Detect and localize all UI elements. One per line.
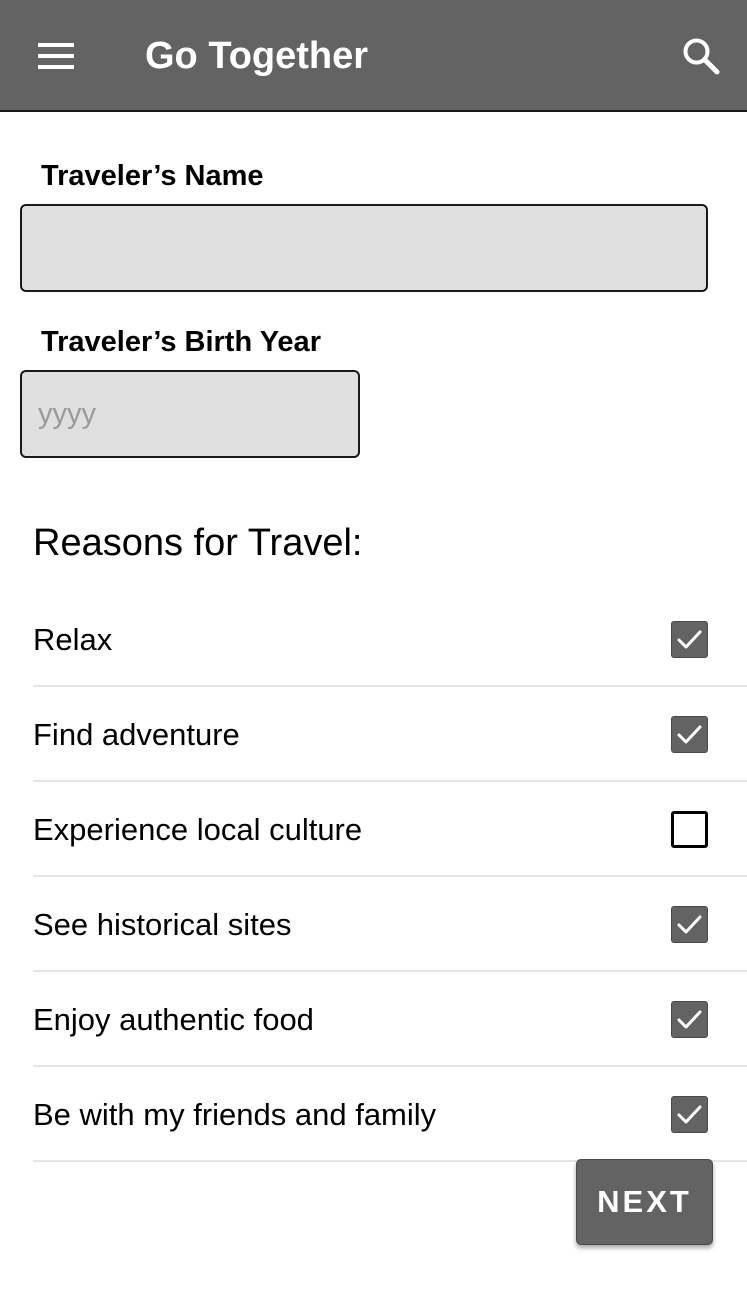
reasons-title: Reasons for Travel: [33,522,363,564]
reason-row[interactable]: Experience local culture [33,782,747,877]
next-button[interactable]: NEXT [576,1159,713,1245]
checkmark-icon [677,725,702,744]
hamburger-menu-icon [38,43,74,69]
checkmark-icon [677,1105,702,1124]
app-title: Go Together [145,35,369,77]
reason-row[interactable]: Enjoy authentic food [33,972,747,1067]
reason-label: Experience local culture [33,812,363,847]
checkmark-icon [677,1010,702,1029]
reason-label: See historical sites [33,907,292,942]
checkbox-checked[interactable] [671,906,708,943]
reason-label: Relax [33,622,113,657]
reason-label: Enjoy authentic food [33,1002,314,1037]
reason-row[interactable]: Relax [33,592,747,687]
reason-label: Be with my friends and family [33,1097,437,1132]
checkbox-checked[interactable] [671,1096,708,1133]
checkbox-unchecked[interactable] [671,811,708,848]
birth-year-input[interactable] [20,370,360,458]
checkmark-icon [677,630,702,649]
traveler-name-input[interactable] [20,204,708,292]
search-icon [683,38,720,75]
reason-row[interactable]: Find adventure [33,687,747,782]
reason-row[interactable]: Be with my friends and family [33,1067,747,1162]
reason-row[interactable]: See historical sites [33,877,747,972]
checkmark-icon [677,915,702,934]
birth-year-label: Traveler’s Birth Year [41,326,321,358]
checkbox-checked[interactable] [671,716,708,753]
menu-button[interactable] [24,30,88,82]
checkbox-checked[interactable] [671,1001,708,1038]
traveler-name-label: Traveler’s Name [41,160,264,192]
checkbox-checked[interactable] [671,621,708,658]
reason-label: Find adventure [33,717,240,752]
search-button[interactable] [672,30,730,82]
app-bar: Go Together [0,0,747,112]
